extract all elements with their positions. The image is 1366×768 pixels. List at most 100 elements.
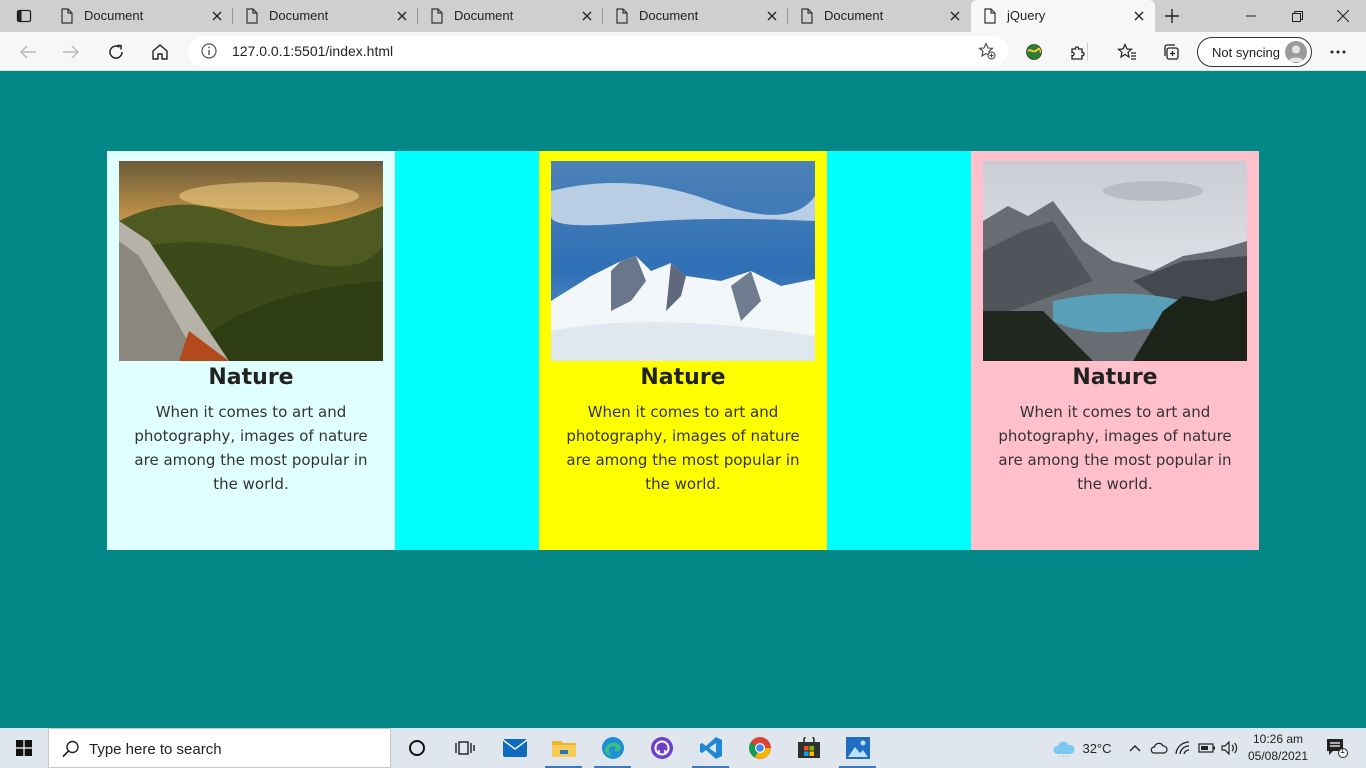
tab-document-5[interactable]: Document: [788, 0, 971, 32]
taskbar-search-box[interactable]: Type here to search: [48, 728, 391, 768]
page-icon: [431, 8, 443, 24]
minimize-button[interactable]: [1228, 0, 1274, 32]
page-icon: [246, 8, 258, 24]
card-text: When it comes to art and photography, im…: [134, 403, 368, 493]
card-text: When it comes to art and photography, im…: [998, 403, 1232, 493]
task-view-icon[interactable]: [440, 728, 489, 768]
page-viewport: Nature When it comes to art and photogra…: [0, 71, 1366, 728]
card-text: When it comes to art and photography, im…: [566, 403, 800, 493]
tab-document-4[interactable]: Document: [603, 0, 788, 32]
taskbar-clock[interactable]: 10:26 am 05/08/2021: [1238, 731, 1318, 765]
favorites-star-icon: [1117, 43, 1136, 60]
tab-document-1[interactable]: Document: [48, 0, 233, 32]
weather-icon[interactable]: [1048, 728, 1080, 768]
tab-actions-button[interactable]: [0, 0, 48, 32]
sync-status-label: Not syncing: [1212, 45, 1280, 60]
tab-jquery[interactable]: jQuery: [971, 0, 1155, 32]
puzzle-icon: [1071, 46, 1085, 60]
start-button[interactable]: [0, 728, 48, 768]
close-icon[interactable]: [762, 6, 782, 26]
settings-more-button[interactable]: [1323, 38, 1353, 66]
page-icon: [801, 8, 813, 24]
avatar: [1285, 41, 1307, 63]
home-icon: [152, 44, 168, 60]
card-row: Nature When it comes to art and photogra…: [107, 151, 1259, 550]
file-explorer-icon[interactable]: [539, 728, 588, 768]
close-icon[interactable]: [1129, 6, 1149, 26]
chevron-up-icon: [1129, 745, 1141, 752]
close-icon[interactable]: [577, 6, 597, 26]
cortana-icon[interactable]: [392, 728, 441, 768]
collections-button[interactable]: [1156, 38, 1186, 66]
close-icon: [1337, 10, 1349, 22]
back-button[interactable]: [13, 38, 43, 66]
vscode-icon[interactable]: [686, 728, 735, 768]
wifi-icon[interactable]: [1172, 728, 1194, 768]
battery-icon[interactable]: [1196, 728, 1218, 768]
tab-document-2[interactable]: Document: [233, 0, 418, 32]
tab-label: Document: [824, 8, 884, 23]
arrow-right-icon: [63, 45, 80, 59]
onedrive-icon[interactable]: [1148, 728, 1170, 768]
nature-card-1: Nature When it comes to art and photogra…: [107, 151, 395, 550]
forward-button[interactable]: [56, 38, 86, 66]
nature-card-3: Nature When it comes to art and photogra…: [971, 151, 1259, 550]
card-title: Nature: [208, 365, 294, 390]
card-title: Nature: [1072, 365, 1158, 390]
close-icon[interactable]: [392, 6, 412, 26]
address-bar[interactable]: 127.0.0.1:5501/index.html: [188, 36, 1008, 66]
snowy-mountain-peaks-photo: [551, 161, 815, 361]
mountain-lake-valley-photo: [983, 161, 1247, 361]
add-favorite-icon[interactable]: [978, 42, 996, 60]
tab-label: Document: [454, 8, 514, 23]
collections-icon: [1164, 44, 1179, 60]
info-icon[interactable]: [200, 42, 218, 60]
extensions-button[interactable]: [1063, 38, 1093, 66]
arrow-left-icon: [19, 45, 36, 59]
action-center-button[interactable]: 1: [1320, 728, 1354, 768]
tab-label: Document: [269, 8, 329, 23]
github-desktop-icon[interactable]: [637, 728, 686, 768]
page-icon: [61, 8, 73, 24]
chrome-icon[interactable]: [735, 728, 784, 768]
show-hidden-icons-button[interactable]: [1124, 728, 1146, 768]
close-icon[interactable]: [945, 6, 965, 26]
toolbar-divider: [1087, 43, 1088, 61]
home-button[interactable]: [145, 38, 175, 66]
new-tab-button[interactable]: [1158, 4, 1186, 28]
autumn-forest-valley-photo: [119, 161, 383, 361]
browser-toolbar: 127.0.0.1:5501/index.html Not syncing: [0, 32, 1366, 71]
taskbar: Type here to search 32°C 10:26 am 05/08/…: [0, 728, 1366, 768]
more-horizontal-icon: [1330, 50, 1346, 54]
extension-globe-button[interactable]: [1019, 38, 1049, 66]
minimize-icon: [1246, 15, 1256, 17]
restore-icon: [1291, 10, 1303, 22]
restore-button[interactable]: [1274, 0, 1320, 32]
close-icon[interactable]: [207, 6, 227, 26]
globe-extension-icon: [1026, 44, 1042, 60]
clock-date: 05/08/2021: [1247, 749, 1309, 763]
tab-document-3[interactable]: Document: [418, 0, 603, 32]
tab-label: jQuery: [1007, 8, 1046, 23]
profile-sync-button[interactable]: Not syncing: [1197, 37, 1312, 67]
close-window-button[interactable]: [1320, 0, 1366, 32]
photos-icon[interactable]: [833, 728, 882, 768]
url-text[interactable]: 127.0.0.1:5501/index.html: [232, 43, 393, 59]
mail-icon[interactable]: [490, 728, 539, 768]
notification-count: 1: [1340, 745, 1346, 755]
weather-temperature[interactable]: 32°C: [1078, 728, 1116, 768]
favorites-button[interactable]: [1112, 38, 1142, 66]
nature-card-2: Nature When it comes to art and photogra…: [539, 151, 827, 550]
tab-label: Document: [639, 8, 699, 23]
store-icon[interactable]: [784, 728, 833, 768]
tab-strip: Document Document Document Document Docu…: [0, 0, 1366, 32]
edge-icon[interactable]: [588, 728, 637, 768]
tab-actions-icon: [16, 9, 32, 23]
refresh-icon: [109, 44, 123, 59]
tab-label: Document: [84, 8, 144, 23]
refresh-button[interactable]: [101, 38, 131, 66]
temperature-label: 32°C: [1082, 740, 1112, 756]
card-title: Nature: [640, 365, 726, 390]
clock-time: 10:26 am: [1252, 732, 1304, 746]
search-icon: [62, 740, 79, 758]
